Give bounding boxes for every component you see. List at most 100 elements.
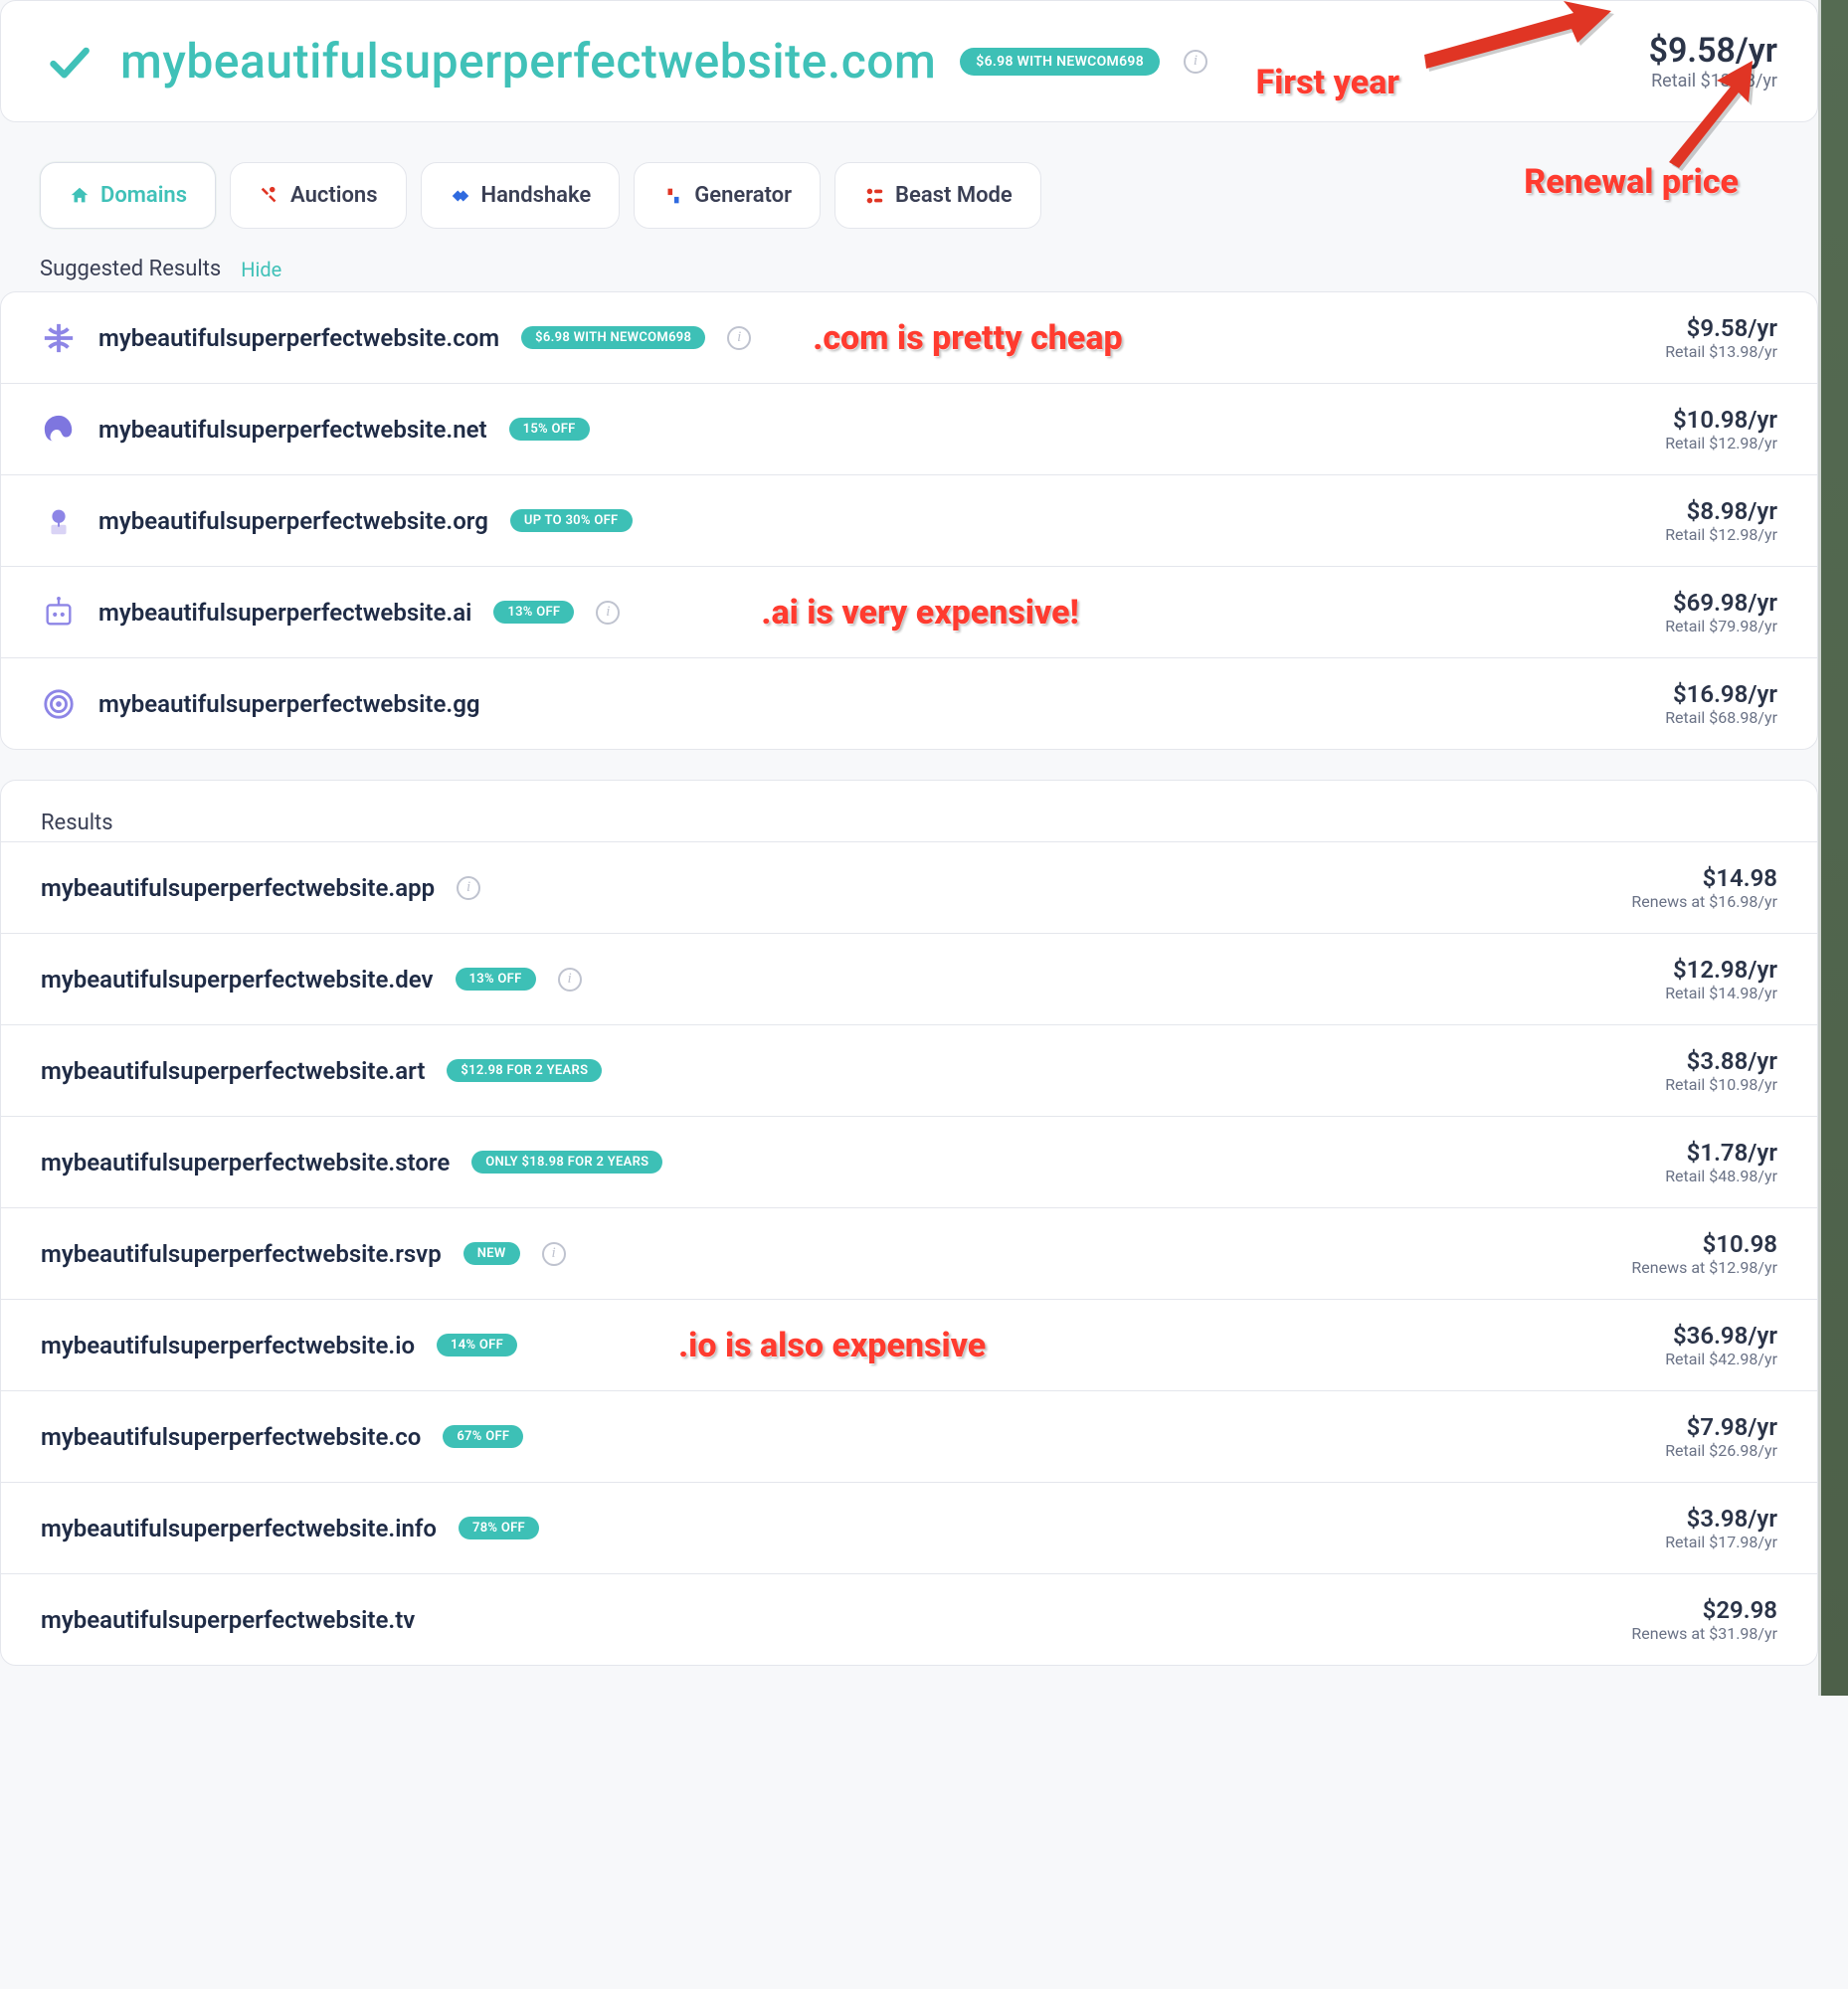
domain-name: mybeautifulsuperperfectwebsite.co <box>41 1423 421 1451</box>
suggested-row[interactable]: mybeautifulsuperperfectwebsite.com$6.98 … <box>1 292 1817 383</box>
results-row[interactable]: mybeautifulsuperperfectwebsite.io14% OFF… <box>1 1299 1817 1390</box>
results-header-label: Results <box>1 781 1817 841</box>
price: $3.88/yrRetail $10.98/yr <box>1598 1047 1777 1094</box>
tab-label: Auctions <box>290 183 377 208</box>
info-icon[interactable]: i <box>1184 50 1207 74</box>
tab-domains[interactable]: Domains <box>40 162 216 229</box>
main-price-value: $9.58/yr <box>1598 31 1777 71</box>
retail-value: Retail $14.98/yr <box>1598 984 1777 1002</box>
results-row[interactable]: mybeautifulsuperperfectwebsite.rsvpNEWi$… <box>1 1207 1817 1299</box>
price-value: $16.98/yr <box>1598 680 1777 708</box>
domain-name: mybeautifulsuperperfectwebsite.store <box>41 1149 450 1176</box>
annotation-ai-expensive: .ai is very expensive! <box>761 593 1078 633</box>
tab-label: Beast Mode <box>895 183 1013 208</box>
retail-value: Retail $17.98/yr <box>1598 1533 1777 1551</box>
tab-icon <box>662 185 684 207</box>
suggested-listing: mybeautifulsuperperfectwebsite.com$6.98 … <box>0 291 1818 750</box>
info-icon[interactable]: i <box>558 968 582 992</box>
tab-auctions[interactable]: Auctions <box>230 162 406 229</box>
results-row[interactable]: mybeautifulsuperperfectwebsite.app i $14.9… <box>1 841 1817 933</box>
results-row[interactable]: mybeautifulsuperperfectwebsite.art$12.98… <box>1 1024 1817 1116</box>
domain-name: mybeautifulsuperperfectwebsite.net <box>98 416 487 444</box>
suggested-row[interactable]: mybeautifulsuperperfectwebsite.net15% OF… <box>1 383 1817 474</box>
price: $9.58/yrRetail $13.98/yr <box>1598 314 1777 361</box>
retail-value: Retail $26.98/yr <box>1598 1441 1777 1460</box>
results-row[interactable]: mybeautifulsuperperfectwebsite.info 78% O… <box>1 1482 1817 1573</box>
price: $3.98/yrRetail $17.98/yr <box>1598 1505 1777 1551</box>
price-value: $36.98/yr <box>1598 1322 1777 1350</box>
promo-badge: 67% OFF <box>443 1425 523 1448</box>
results-row[interactable]: mybeautifulsuperperfectwebsite.store ONLY… <box>1 1116 1817 1207</box>
window-scrollbar[interactable] <box>1818 0 1848 1696</box>
domain-name: mybeautifulsuperperfectwebsite.org <box>98 507 488 535</box>
info-icon[interactable]: i <box>596 601 620 625</box>
retail-value: Renews at $16.98/yr <box>1598 892 1777 911</box>
tab-icon <box>259 185 280 207</box>
domain-name: mybeautifulsuperperfectwebsite.info <box>41 1515 437 1542</box>
info-icon[interactable]: i <box>457 876 480 900</box>
info-icon[interactable]: i <box>727 326 751 350</box>
price: $16.98/yrRetail $68.98/yr <box>1598 680 1777 727</box>
suggested-row[interactable]: mybeautifulsuperperfectwebsite.gg$16.98/… <box>1 657 1817 749</box>
suggested-results-header: Suggested Results Hide <box>0 229 1818 291</box>
tld-icon <box>41 686 77 722</box>
results-row[interactable]: mybeautifulsuperperfectwebsite.dev13% OF… <box>1 933 1817 1024</box>
results-row[interactable]: mybeautifulsuperperfectwebsite.tv$29.98R… <box>1 1573 1817 1665</box>
price: $29.98Renews at $31.98/yr <box>1598 1596 1777 1643</box>
tab-handshake[interactable]: Handshake <box>421 162 621 229</box>
price-value: $14.98 <box>1598 864 1777 892</box>
promo-badge: 13% OFF <box>456 968 536 991</box>
price-value: $10.98/yr <box>1598 406 1777 434</box>
price-value: $12.98/yr <box>1598 956 1777 984</box>
main-domain-name[interactable]: mybeautifulsuperperfectwebsite.com <box>120 33 936 90</box>
tld-icon <box>41 412 77 448</box>
info-icon[interactable]: i <box>542 1242 566 1266</box>
retail-value: Renews at $12.98/yr <box>1598 1258 1777 1277</box>
tab-icon <box>69 185 91 207</box>
tld-icon <box>41 320 77 356</box>
retail-value: Retail $68.98/yr <box>1598 708 1777 727</box>
suggested-row[interactable]: mybeautifulsuperperfectwebsite.org UP TO … <box>1 474 1817 566</box>
tld-icon <box>41 595 77 631</box>
price: $1.78/yrRetail $48.98/yr <box>1598 1139 1777 1185</box>
suggested-row[interactable]: mybeautifulsuperperfectwebsite.ai 13% OFF… <box>1 566 1817 657</box>
tab-label: Generator <box>694 183 792 208</box>
retail-value: Retail $79.98/yr <box>1598 617 1777 635</box>
annotation-arrow-first-year <box>1414 0 1613 79</box>
results-row[interactable]: mybeautifulsuperperfectwebsite.co 67% OFF… <box>1 1390 1817 1482</box>
main-price: $9.58/yr Retail $13.98/yr <box>1598 31 1777 91</box>
price-value: $10.98 <box>1598 1230 1777 1258</box>
tabs: Domains Auctions Handshake Generator Beast M… <box>0 122 1818 229</box>
promo-badge: $6.98 WITH NEWCOM698 <box>521 326 705 349</box>
promo-badge: 13% OFF <box>493 601 574 624</box>
promo-badge: ONLY $18.98 FOR 2 YEARS <box>471 1151 662 1174</box>
tab-label: Handshake <box>481 183 592 208</box>
domain-name: mybeautifulsuperperfectwebsite.io <box>41 1332 415 1359</box>
domain-name: mybeautifulsuperperfectwebsite.app <box>41 874 435 902</box>
annotation-first-year: First year <box>1256 63 1399 102</box>
price: $12.98/yrRetail $14.98/yr <box>1598 956 1777 1002</box>
main-domain-card: mybeautifulsuperperfectwebsite.com $6.98… <box>0 0 1818 122</box>
price-value: $8.98/yr <box>1598 497 1777 525</box>
tab-beast-mode[interactable]: Beast Mode <box>834 162 1041 229</box>
price-value: $3.98/yr <box>1598 1505 1777 1533</box>
hide-link[interactable]: Hide <box>241 258 281 281</box>
annotation-com-cheap: .com is pretty cheap <box>813 318 1122 358</box>
tab-generator[interactable]: Generator <box>634 162 821 229</box>
tld-icon <box>41 503 77 539</box>
retail-value: Retail $12.98/yr <box>1598 434 1777 452</box>
tab-icon <box>863 185 885 207</box>
retail-value: Retail $12.98/yr <box>1598 525 1777 544</box>
results-listing: Results mybeautifulsuperperfectwebsite.a… <box>0 780 1818 1666</box>
price-value: $9.58/yr <box>1598 314 1777 342</box>
retail-value: Renews at $31.98/yr <box>1598 1624 1777 1643</box>
price-value: $7.98/yr <box>1598 1413 1777 1441</box>
suggested-header-label: Suggested Results <box>40 257 221 281</box>
price: $8.98/yrRetail $12.98/yr <box>1598 497 1777 544</box>
tab-icon <box>450 185 471 207</box>
promo-badge: 78% OFF <box>459 1517 539 1539</box>
tab-label: Domains <box>100 183 187 208</box>
promo-badge: UP TO 30% OFF <box>510 509 633 532</box>
price: $10.98Renews at $12.98/yr <box>1598 1230 1777 1277</box>
domain-name: mybeautifulsuperperfectwebsite.ai <box>98 599 471 627</box>
